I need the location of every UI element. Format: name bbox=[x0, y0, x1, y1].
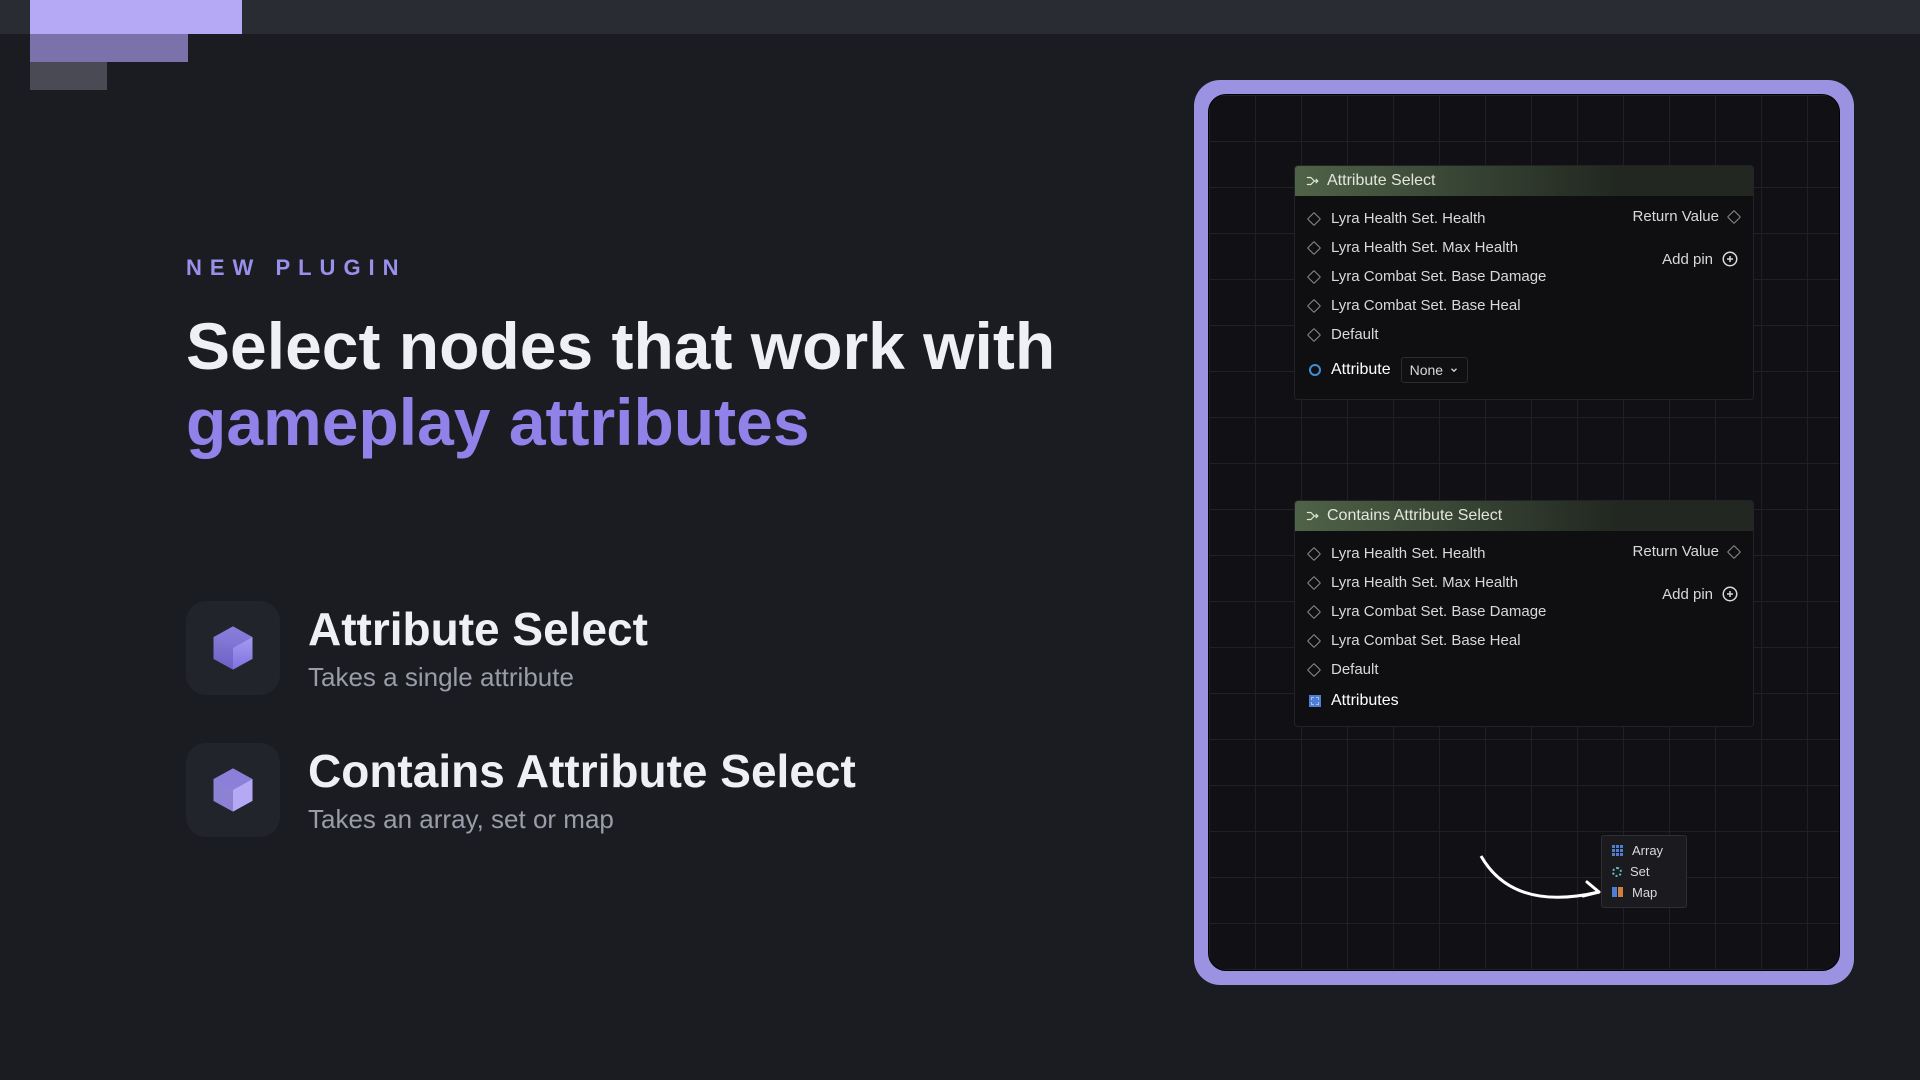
pin-diamond-icon bbox=[1307, 633, 1321, 647]
menu-item-map[interactable]: Map bbox=[1602, 882, 1686, 903]
feature-contains-attribute-select: Contains Attribute Select Takes an array… bbox=[186, 743, 1086, 837]
headline: Select nodes that work with gameplay att… bbox=[186, 309, 1086, 461]
headline-line2: gameplay attributes bbox=[186, 385, 810, 459]
node-title: Contains Attribute Select bbox=[1327, 507, 1502, 525]
attribute-dropdown[interactable]: None bbox=[1401, 357, 1468, 383]
pin-diamond-icon bbox=[1307, 604, 1321, 618]
map-icon bbox=[1612, 887, 1624, 899]
menu-item-array[interactable]: Array bbox=[1602, 840, 1686, 861]
add-pin-label: Add pin bbox=[1662, 586, 1713, 603]
pin-label: Lyra Combat Set. Base Heal bbox=[1331, 632, 1521, 649]
pin-type-menu[interactable]: Array Set Map bbox=[1601, 835, 1687, 908]
cube-icon bbox=[186, 743, 280, 837]
blueprint-graph[interactable]: Attribute Select Return Value Add pin Ly… bbox=[1208, 94, 1840, 971]
input-pin[interactable]: Lyra Combat Set. Base Heal bbox=[1309, 626, 1739, 655]
accent-block-2 bbox=[30, 34, 188, 62]
merge-icon bbox=[1305, 174, 1319, 188]
pin-diamond-icon bbox=[1307, 327, 1321, 341]
add-pin-label: Add pin bbox=[1662, 251, 1713, 268]
add-pin-button[interactable]: Add pin bbox=[1662, 250, 1739, 268]
pin-label: Lyra Combat Set. Base Damage bbox=[1331, 268, 1546, 285]
pin-label: Lyra Combat Set. Base Heal bbox=[1331, 297, 1521, 314]
pin-label: Attribute bbox=[1331, 361, 1391, 379]
eyebrow-label: NEW PLUGIN bbox=[186, 255, 1086, 281]
array-icon bbox=[1612, 845, 1624, 857]
node-header: Attribute Select bbox=[1295, 166, 1753, 196]
menu-item-set[interactable]: Set bbox=[1602, 861, 1686, 882]
input-pin[interactable]: Default bbox=[1309, 320, 1739, 349]
pin-label: Return Value bbox=[1633, 543, 1719, 560]
accent-block-1 bbox=[30, 0, 242, 34]
pin-array-icon bbox=[1309, 695, 1321, 707]
pin-diamond-icon bbox=[1307, 546, 1321, 560]
menu-item-label: Map bbox=[1632, 885, 1657, 900]
pin-label: Lyra Health Set. Health bbox=[1331, 545, 1486, 562]
merge-icon bbox=[1305, 509, 1319, 523]
pin-label: Lyra Health Set. Max Health bbox=[1331, 239, 1518, 256]
dropdown-value: None bbox=[1410, 362, 1443, 378]
node-header: Contains Attribute Select bbox=[1295, 501, 1753, 531]
pin-label: Default bbox=[1331, 326, 1379, 343]
node-attribute-select[interactable]: Attribute Select Return Value Add pin Ly… bbox=[1294, 165, 1754, 400]
accent-block-3 bbox=[30, 62, 107, 90]
output-pin-return-value[interactable]: Return Value bbox=[1633, 543, 1739, 560]
pin-diamond-icon bbox=[1307, 269, 1321, 283]
input-pin[interactable]: Default bbox=[1309, 655, 1739, 684]
headline-line1: Select nodes that work with bbox=[186, 309, 1055, 383]
cube-icon bbox=[186, 601, 280, 695]
pin-label: Attributes bbox=[1331, 692, 1399, 710]
pin-label: Default bbox=[1331, 661, 1379, 678]
plus-circle-icon bbox=[1721, 585, 1739, 603]
menu-item-label: Array bbox=[1632, 843, 1663, 858]
annotation-arrow bbox=[1473, 850, 1613, 920]
chevron-down-icon bbox=[1449, 365, 1459, 375]
pin-label: Lyra Health Set. Max Health bbox=[1331, 574, 1518, 591]
pin-diamond-icon bbox=[1307, 211, 1321, 225]
screenshot-panel: Attribute Select Return Value Add pin Ly… bbox=[1194, 80, 1854, 985]
output-pin-return-value[interactable]: Return Value bbox=[1633, 208, 1739, 225]
pin-circle-icon bbox=[1309, 364, 1321, 376]
pin-diamond-icon bbox=[1307, 575, 1321, 589]
pin-diamond-icon bbox=[1307, 662, 1321, 676]
pin-diamond-icon bbox=[1727, 544, 1741, 558]
attributes-input-row[interactable]: Attributes bbox=[1309, 692, 1739, 710]
pin-label: Lyra Combat Set. Base Damage bbox=[1331, 603, 1546, 620]
feature-title: Contains Attribute Select bbox=[308, 744, 856, 798]
plus-circle-icon bbox=[1721, 250, 1739, 268]
pin-diamond-icon bbox=[1307, 240, 1321, 254]
node-contains-attribute-select[interactable]: Contains Attribute Select Return Value A… bbox=[1294, 500, 1754, 727]
set-icon bbox=[1612, 867, 1622, 877]
pin-label: Return Value bbox=[1633, 208, 1719, 225]
node-title: Attribute Select bbox=[1327, 172, 1436, 190]
attribute-input-row[interactable]: Attribute None bbox=[1309, 357, 1739, 383]
top-bar-bg bbox=[0, 0, 1920, 34]
feature-desc: Takes a single attribute bbox=[308, 662, 648, 693]
pin-diamond-icon bbox=[1727, 209, 1741, 223]
pin-diamond-icon bbox=[1307, 298, 1321, 312]
pin-label: Lyra Health Set. Health bbox=[1331, 210, 1486, 227]
add-pin-button[interactable]: Add pin bbox=[1662, 585, 1739, 603]
menu-item-label: Set bbox=[1630, 864, 1650, 879]
feature-attribute-select: Attribute Select Takes a single attribut… bbox=[186, 601, 1086, 695]
feature-title: Attribute Select bbox=[308, 602, 648, 656]
input-pin[interactable]: Lyra Combat Set. Base Heal bbox=[1309, 291, 1739, 320]
feature-desc: Takes an array, set or map bbox=[308, 804, 856, 835]
